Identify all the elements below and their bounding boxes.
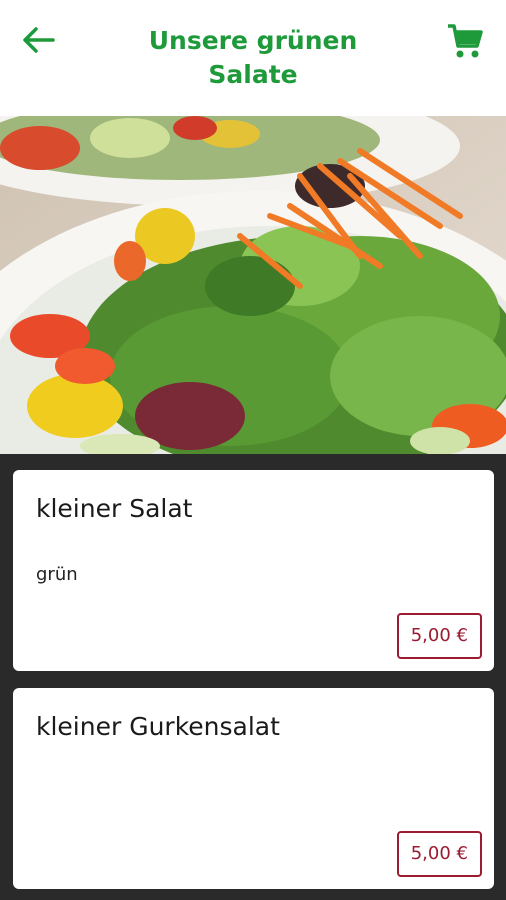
page-title: Unsere grünen Salate	[148, 26, 358, 89]
product-description: grün	[36, 564, 78, 585]
app-header: Unsere grünen Salate	[0, 0, 506, 116]
product-card[interactable]: kleiner Gurkensalat 5,00 €	[13, 688, 494, 889]
cart-button[interactable]	[446, 22, 484, 60]
product-list: kleiner Salat grün 5,00 € kleiner Gurken…	[0, 454, 506, 900]
salad-photo	[0, 116, 506, 454]
price-badge[interactable]: 5,00 €	[396, 831, 482, 877]
price-badge[interactable]: 5,00 €	[396, 613, 482, 659]
product-name: kleiner Salat	[36, 494, 193, 523]
back-button[interactable]	[20, 24, 56, 56]
product-name: kleiner Gurkensalat	[36, 712, 280, 741]
shopping-cart-icon	[448, 24, 483, 58]
arrow-left-icon	[23, 27, 55, 53]
product-card[interactable]: kleiner Salat grün 5,00 €	[13, 470, 494, 671]
